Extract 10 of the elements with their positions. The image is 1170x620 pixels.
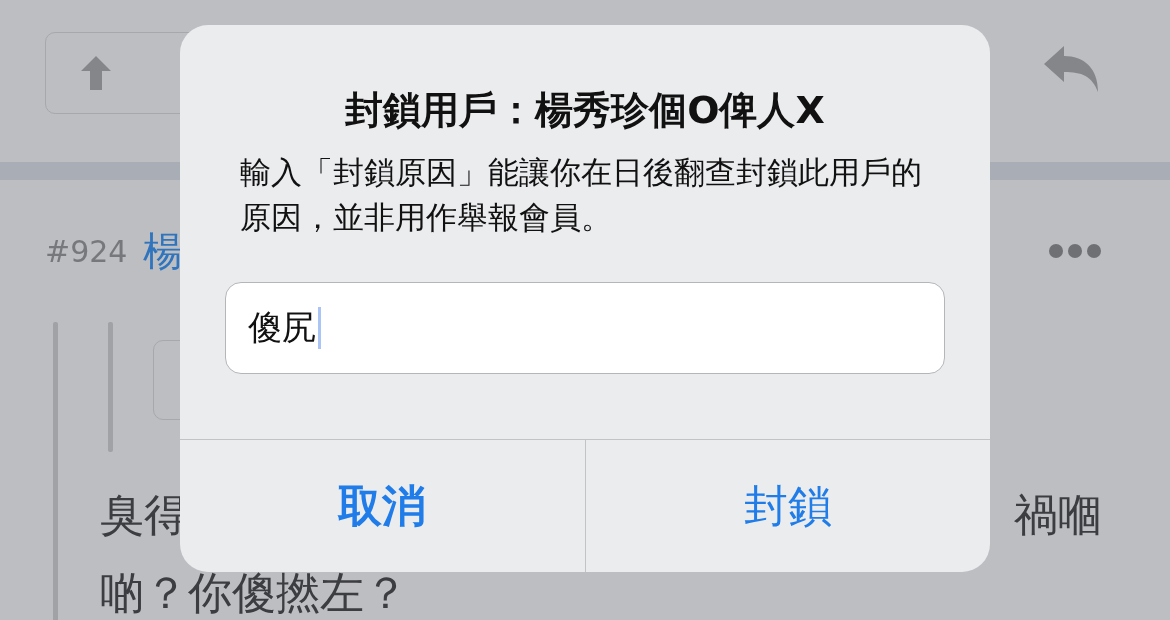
more-icon[interactable] (1048, 243, 1102, 259)
alert-title: 封鎖用戶：楊秀珍個O俾人X (345, 87, 825, 134)
alert-message: 輸入「封鎖原因」能讓你在日後翻查封鎖此用戶的原因，並非用作舉報會員。 (240, 153, 923, 237)
reply-icon[interactable] (1044, 46, 1100, 92)
up-arrow-icon (80, 56, 112, 90)
post-number: #924 (45, 233, 128, 269)
confirm-button[interactable]: 封鎖 (584, 440, 990, 572)
input-field[interactable]: 傻尻 (225, 282, 945, 374)
author-name[interactable]: 楊 (143, 223, 184, 279)
post-text: 禍嗰 (1014, 488, 1102, 542)
